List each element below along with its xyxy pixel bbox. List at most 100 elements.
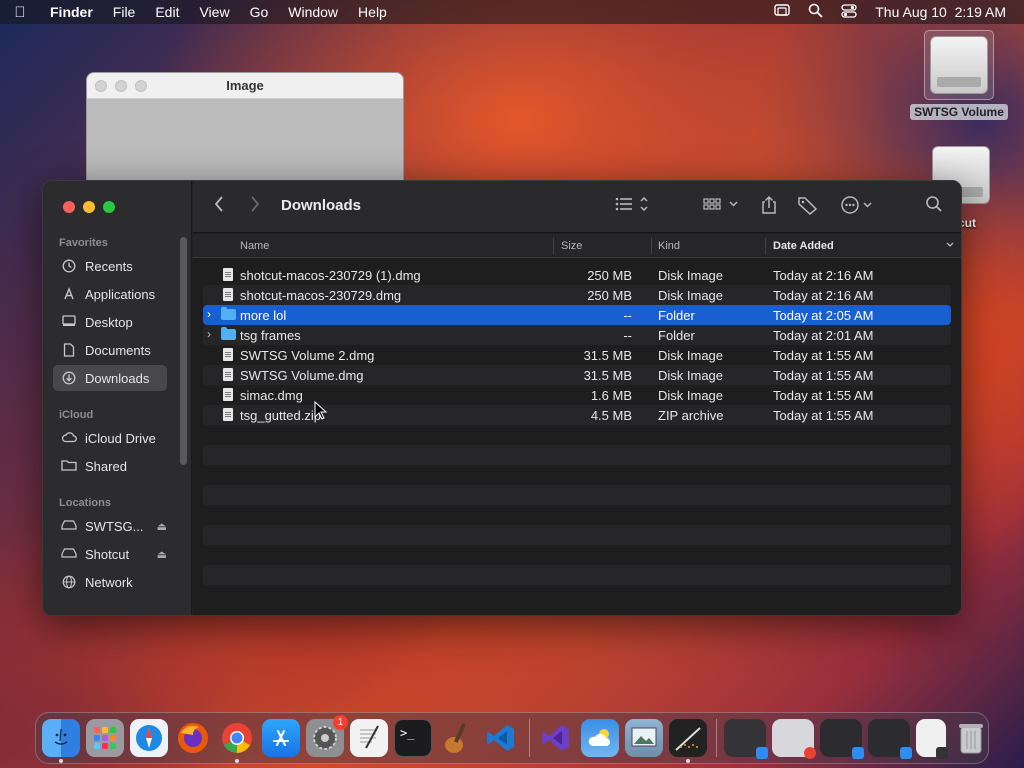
file-date: Today at 2:01 AM <box>773 328 874 343</box>
ellipsis-circle-icon[interactable] <box>840 195 874 220</box>
sidebar-item-label: Shared <box>85 458 127 474</box>
column-divider[interactable] <box>553 238 554 254</box>
minimize-button[interactable] <box>83 201 95 213</box>
document-icon <box>61 343 77 357</box>
file-size: -- <box>623 328 632 343</box>
desktop-icon-swtsg-volume[interactable]: SWTSG Volume <box>908 30 1010 120</box>
file-row[interactable]: SWTSG Volume.dmg 31.5 MB Disk Image Toda… <box>203 365 951 385</box>
sort-chevron-icon[interactable] <box>945 238 955 255</box>
menu-window[interactable]: Window <box>278 4 348 20</box>
close-button[interactable] <box>63 201 75 213</box>
close-button[interactable] <box>95 79 107 92</box>
finder-window[interactable]: Favorites Recents Applications Desktop D… <box>42 180 962 616</box>
terminal-icon[interactable]: >_ <box>394 719 432 757</box>
chrome-icon[interactable] <box>218 719 256 763</box>
minimized-window-icon[interactable] <box>724 719 768 759</box>
list-view-icon[interactable] <box>614 195 652 218</box>
screen-mirroring-icon[interactable] <box>774 3 790 21</box>
column-date-added[interactable]: Date Added <box>773 240 834 252</box>
file-name: more lol <box>240 308 287 323</box>
file-row[interactable]: shotcut-macos-230729.dmg 250 MB Disk Ima… <box>203 285 951 305</box>
safari-icon[interactable] <box>130 719 168 757</box>
disclosure-chevron-icon[interactable]: › <box>207 327 211 341</box>
zoom-button[interactable] <box>103 201 115 213</box>
desktop-icon-label: SWTSG Volume <box>910 104 1008 120</box>
minimized-window-icon[interactable] <box>916 719 948 759</box>
column-divider[interactable] <box>651 238 652 254</box>
trash-icon[interactable] <box>952 719 990 757</box>
visual-studio-icon[interactable] <box>537 719 575 757</box>
file-row[interactable]: shotcut-macos-230729 (1).dmg 250 MB Disk… <box>203 265 951 285</box>
chevron-left-icon[interactable] <box>213 195 225 218</box>
mouse-cursor-icon <box>314 401 328 420</box>
zoom-button[interactable] <box>135 79 147 92</box>
eject-icon[interactable]: ⏏ <box>157 520 167 533</box>
file-date: Today at 1:55 AM <box>773 408 874 423</box>
system-settings-icon[interactable]: 1 <box>306 715 348 757</box>
menu-bar:  Finder File Edit View Go Window Help T… <box>0 0 1024 24</box>
cloud-icon <box>61 431 77 445</box>
sidebar-item-swtsg-volume[interactable]: SWTSG... ⏏ <box>53 513 167 539</box>
apple-logo-icon[interactable]:  <box>0 4 40 21</box>
menu-finder[interactable]: Finder <box>40 4 103 20</box>
file-name: shotcut-macos-230729.dmg <box>240 288 402 303</box>
file-row[interactable]: › tsg frames -- Folder Today at 2:01 AM <box>203 325 951 345</box>
sidebar-item-network[interactable]: Network <box>53 569 167 595</box>
sidebar-item-recents[interactable]: Recents <box>53 253 167 279</box>
column-size[interactable]: Size <box>561 240 582 252</box>
menu-edit[interactable]: Edit <box>145 4 189 20</box>
image-window-titlebar[interactable]: Image <box>87 73 403 99</box>
file-date: Today at 2:16 AM <box>773 288 874 303</box>
app-store-icon[interactable] <box>262 719 300 757</box>
weather-icon[interactable] <box>581 719 619 757</box>
minimized-window-icon[interactable] <box>772 719 816 759</box>
eject-icon[interactable]: ⏏ <box>157 548 167 561</box>
sidebar-item-label: iCloud Drive <box>85 430 156 446</box>
launchpad-icon[interactable] <box>86 719 124 757</box>
file-row[interactable]: SWTSG Volume 2.dmg 31.5 MB Disk Image To… <box>203 345 951 365</box>
sidebar-scrollbar[interactable] <box>180 237 187 465</box>
menu-help[interactable]: Help <box>348 4 397 20</box>
tag-icon[interactable] <box>797 195 819 220</box>
search-icon[interactable] <box>925 195 943 218</box>
finder-sidebar: Favorites Recents Applications Desktop D… <box>43 181 192 615</box>
vscode-icon[interactable] <box>482 719 520 757</box>
chevron-right-icon[interactable] <box>249 195 261 218</box>
sidebar-item-label: Documents <box>85 342 151 358</box>
file-kind: Folder <box>658 328 695 343</box>
preview-icon[interactable] <box>625 719 663 757</box>
sidebar-item-shared[interactable]: Shared <box>53 453 167 479</box>
sidebar-item-downloads[interactable]: Downloads <box>53 365 167 391</box>
garageband-icon[interactable] <box>438 719 476 757</box>
folder-icon <box>221 327 236 340</box>
menu-clock[interactable]: Thu Aug 10 2:19 AM <box>875 4 1006 20</box>
menu-file[interactable]: File <box>103 4 146 20</box>
sidebar-item-label: Downloads <box>85 370 150 386</box>
menu-view[interactable]: View <box>189 4 239 20</box>
finder-icon[interactable] <box>42 719 80 763</box>
share-icon[interactable] <box>760 195 778 220</box>
firefox-icon[interactable] <box>174 719 212 757</box>
grid-group-icon[interactable] <box>703 195 741 218</box>
column-divider[interactable] <box>765 238 766 254</box>
column-name[interactable]: Name <box>240 240 269 252</box>
sidebar-item-shotcut[interactable]: Shotcut ⏏ <box>53 541 167 567</box>
file-row-selected[interactable]: › more lol -- Folder Today at 2:05 AM <box>203 305 951 325</box>
file-kind: Disk Image <box>658 368 724 383</box>
menu-go[interactable]: Go <box>240 4 279 20</box>
disclosure-chevron-icon[interactable]: › <box>207 307 211 321</box>
file-name: tsg frames <box>240 328 301 343</box>
sidebar-item-icloud-drive[interactable]: iCloud Drive <box>53 425 167 451</box>
sidebar-item-label: Network <box>85 574 133 590</box>
minimized-window-icon[interactable] <box>820 719 864 759</box>
sidebar-item-applications[interactable]: Applications <box>53 281 167 307</box>
sidebar-item-desktop[interactable]: Desktop <box>53 309 167 335</box>
column-kind[interactable]: Kind <box>658 240 680 252</box>
minimize-button[interactable] <box>115 79 127 92</box>
spotlight-search-icon[interactable] <box>808 3 823 21</box>
sidebar-item-documents[interactable]: Documents <box>53 337 167 363</box>
shotcut-icon[interactable] <box>669 719 707 763</box>
textedit-icon[interactable] <box>350 719 388 757</box>
minimized-window-icon[interactable] <box>868 719 912 759</box>
control-center-icon[interactable] <box>841 3 857 21</box>
